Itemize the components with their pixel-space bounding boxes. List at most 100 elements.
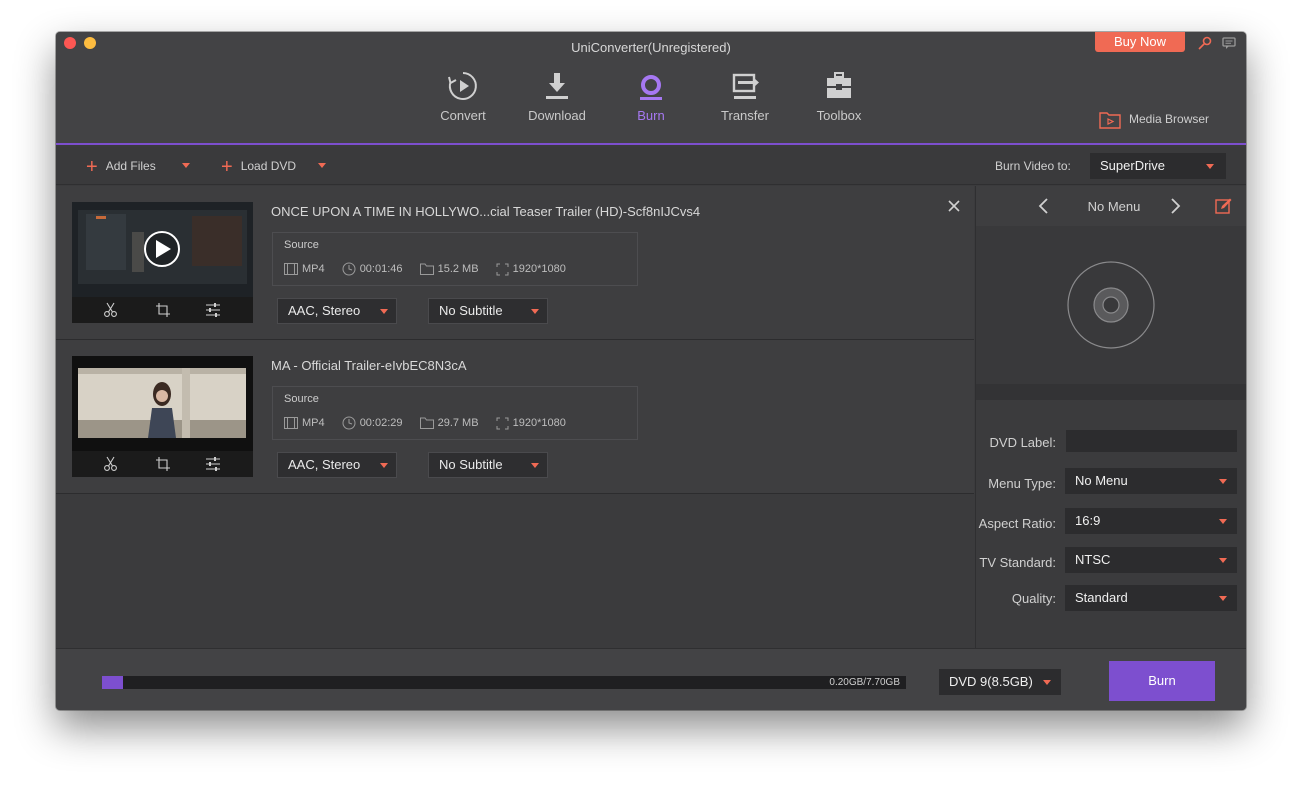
quality-label: Quality: (1011, 591, 1056, 606)
preview-bar (976, 384, 1246, 400)
caret-down-icon (1219, 479, 1227, 484)
window-title: UniConverter(Unregistered) (571, 40, 731, 55)
clock-icon (342, 262, 356, 276)
add-files-label: Add Files (105, 159, 156, 173)
resolution-value: 1920*1080 (512, 263, 566, 275)
subtitle-value: No Subtitle (439, 303, 503, 318)
source-info: Source MP4 00:01:46 15.2 MB 1920*1080 (272, 232, 638, 286)
caret-down-icon (182, 163, 190, 169)
plus-icon: + (86, 156, 98, 178)
crop-icon[interactable] (155, 302, 171, 318)
menu-type-value: No Menu (1075, 473, 1128, 488)
caret-down-icon (531, 309, 539, 314)
load-dvd-label: Load DVD (240, 159, 297, 173)
edit-menu-icon[interactable] (1215, 198, 1232, 215)
film-icon (284, 417, 298, 429)
source-info: Source MP4 00:02:29 29.7 MB 1920*1080 (272, 386, 638, 440)
video-thumbnail[interactable] (72, 202, 253, 323)
video-list: ONCE UPON A TIME IN HOLLYWO...cial Tease… (56, 186, 974, 648)
buy-now-button[interactable]: Buy Now (1095, 32, 1185, 52)
media-browser-button[interactable]: Media Browser (1099, 109, 1209, 131)
feedback-icon[interactable] (1222, 36, 1236, 50)
tab-toolbox[interactable]: Toolbox (792, 70, 886, 145)
chevron-right-icon[interactable] (1169, 198, 1181, 214)
format-value: MP4 (302, 417, 325, 429)
key-icon[interactable] (1197, 35, 1213, 51)
trim-scissors-icon[interactable] (103, 302, 119, 318)
thumbnail-toolbar (72, 451, 253, 477)
size-value: 15.2 MB (437, 263, 479, 275)
tab-burn[interactable]: Burn (604, 70, 698, 145)
size-value: 29.7 MB (437, 417, 479, 429)
video-item[interactable]: MA - Official Trailer-eIvbEC8N3cA Source… (56, 340, 974, 494)
video-title: ONCE UPON A TIME IN HOLLYWO...cial Tease… (271, 204, 701, 219)
source-meta: MP4 00:01:46 15.2 MB 1920*1080 (284, 262, 566, 276)
tab-label: Convert (440, 108, 486, 123)
subtitle-select[interactable]: No Subtitle (428, 298, 548, 324)
dvd-label-input[interactable] (1066, 430, 1237, 452)
tv-standard-label: TV Standard: (979, 555, 1056, 570)
film-icon (284, 263, 298, 275)
remove-video-icon[interactable] (946, 198, 962, 214)
subtitle-select[interactable]: No Subtitle (428, 452, 548, 478)
menu-template-nav: No Menu (976, 186, 1246, 226)
source-meta: MP4 00:02:29 29.7 MB 1920*1080 (284, 416, 566, 430)
audio-track-select[interactable]: AAC, Stereo (277, 298, 397, 324)
effects-sliders-icon[interactable] (205, 456, 221, 472)
effects-sliders-icon[interactable] (205, 302, 221, 318)
quality-select[interactable]: Standard (1065, 585, 1237, 611)
caret-down-icon (1043, 680, 1051, 685)
convert-icon (448, 72, 477, 100)
thumbnail-image (72, 356, 253, 451)
tv-standard-select[interactable]: NTSC (1065, 547, 1237, 573)
burn-target-select[interactable]: SuperDrive (1090, 153, 1226, 179)
trim-scissors-icon[interactable] (103, 456, 119, 472)
caret-down-icon (1219, 519, 1227, 524)
format-value: MP4 (302, 263, 325, 275)
menu-template-title: No Menu (1087, 199, 1141, 214)
thumbnail-image (72, 202, 253, 297)
app-window: UniConverter(Unregistered) Buy Now Conve… (56, 32, 1246, 710)
resolution-value: 1920*1080 (512, 417, 566, 429)
disc-usage-text: 0.20GB/7.70GB (829, 677, 900, 688)
dvd-label-label: DVD Label: (989, 435, 1056, 450)
burn-target-value: SuperDrive (1100, 158, 1166, 173)
video-item[interactable]: ONCE UPON A TIME IN HOLLYWO...cial Tease… (56, 186, 974, 340)
resolution-icon (496, 263, 509, 275)
video-thumbnail[interactable] (72, 356, 253, 477)
burn-button[interactable]: Burn (1109, 661, 1215, 701)
folder-icon (419, 417, 434, 429)
audio-track-select[interactable]: AAC, Stereo (277, 452, 397, 478)
media-browser-icon (1099, 112, 1121, 129)
toolbar: + Add Files + Load DVD Burn Video to: Supe… (56, 147, 1246, 185)
disc-type-select[interactable]: DVD 9(8.5GB) (939, 669, 1061, 695)
quality-value: Standard (1075, 590, 1128, 605)
menu-type-select[interactable]: No Menu (1065, 468, 1237, 494)
load-dvd-dropdown[interactable] (318, 156, 326, 174)
dvd-settings-panel: No Menu DVD Label: Menu Type: No Menu As… (975, 186, 1246, 648)
duration-value: 00:02:29 (359, 417, 403, 429)
aspect-ratio-select[interactable]: 16:9 (1065, 508, 1237, 534)
subtitle-value: No Subtitle (439, 457, 503, 472)
plus-icon: + (221, 156, 233, 178)
tab-convert[interactable]: Convert (416, 70, 510, 145)
add-files-dropdown[interactable] (182, 156, 190, 174)
load-dvd-button[interactable]: + Load DVD (221, 156, 297, 178)
caret-down-icon (380, 309, 388, 314)
source-label: Source (284, 393, 319, 405)
download-icon (546, 73, 568, 99)
tab-download[interactable]: Download (510, 70, 604, 145)
audio-track-value: AAC, Stereo (288, 457, 361, 472)
crop-icon[interactable] (155, 456, 171, 472)
tab-label: Download (528, 108, 586, 123)
thumbnail-toolbar (72, 297, 253, 323)
burn-to-label: Burn Video to: (995, 159, 1071, 173)
caret-down-icon (380, 463, 388, 468)
tab-transfer[interactable]: Transfer (698, 70, 792, 145)
add-files-button[interactable]: + Add Files (86, 156, 156, 178)
tab-label: Toolbox (816, 108, 862, 123)
caret-down-icon (1206, 164, 1214, 169)
resolution-icon (496, 417, 509, 429)
tab-label: Transfer (721, 108, 769, 123)
transfer-icon (732, 73, 759, 99)
